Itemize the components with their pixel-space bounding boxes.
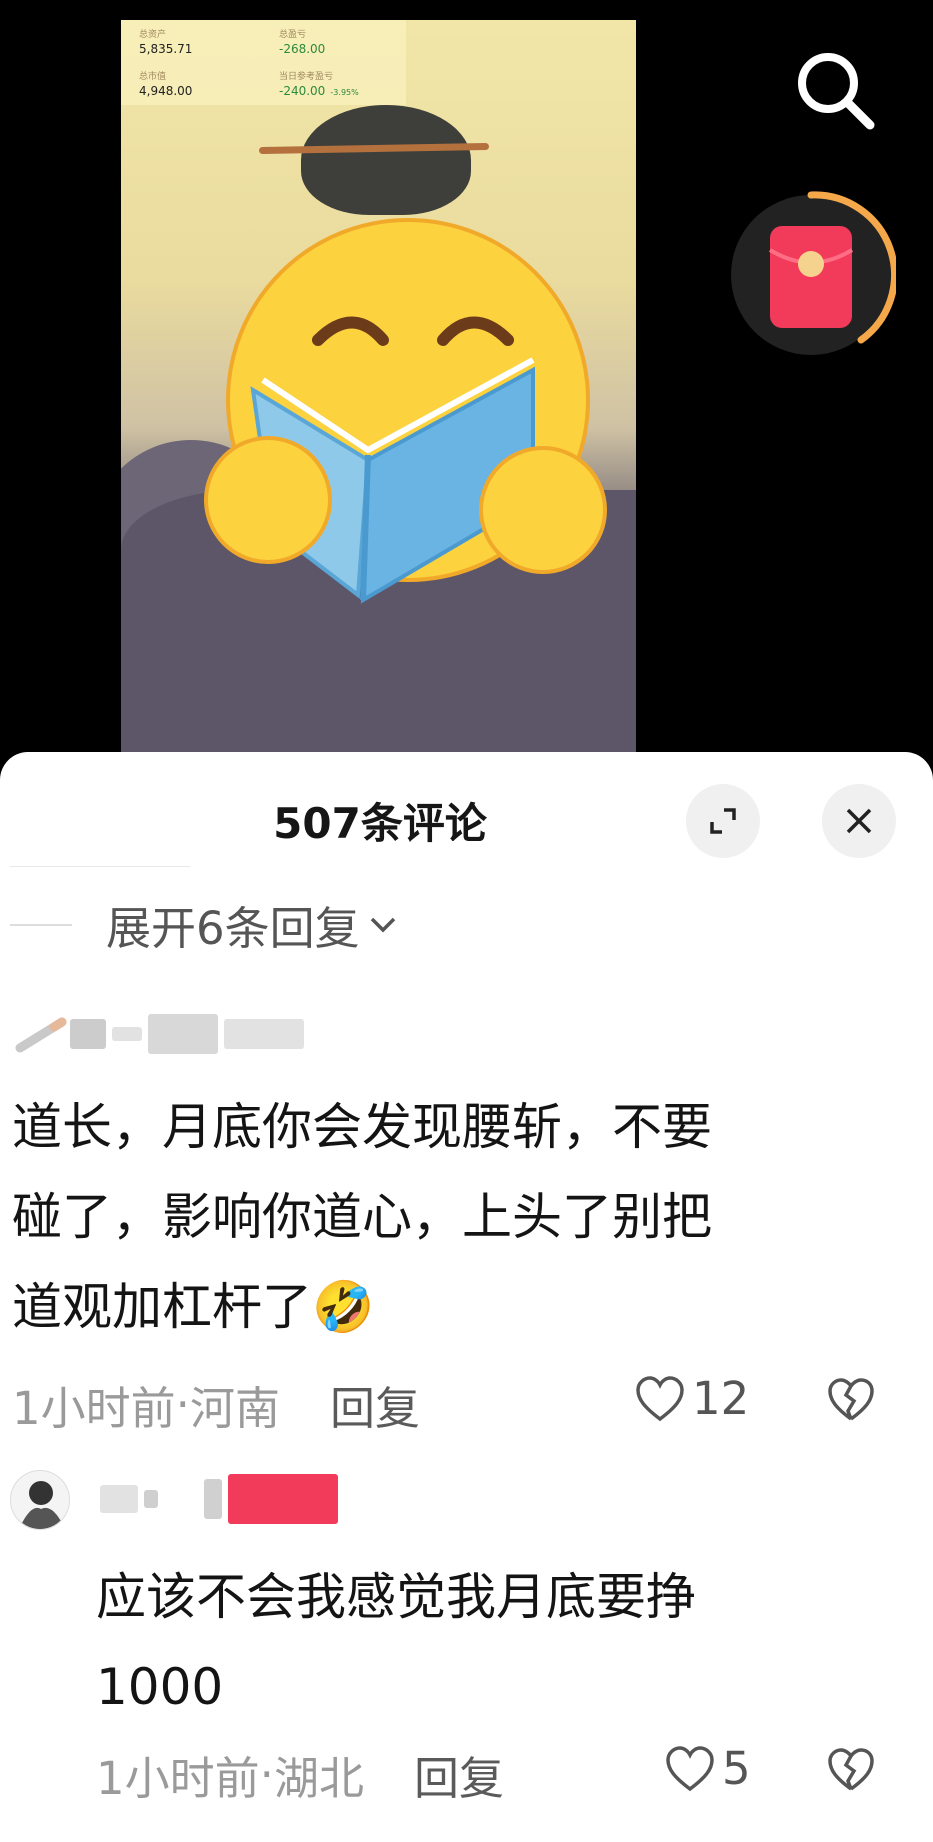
- video-player[interactable]: 总资产 5,835.71 总盈亏 -268.00 总市值 4,948.00 当日…: [0, 0, 933, 760]
- like-button[interactable]: 5: [664, 1742, 751, 1795]
- red-envelope-icon[interactable]: [726, 190, 896, 360]
- heart-icon: [666, 1745, 714, 1791]
- comment-meta: 1小时前 · 湖北 回复: [96, 1742, 504, 1807]
- chevron-down-icon: [370, 917, 395, 932]
- red-badge: [228, 1474, 338, 1524]
- expand-button[interactable]: [686, 784, 760, 858]
- laughing-emoji-icon: 🤣: [312, 1278, 375, 1336]
- reply-button[interactable]: 回复: [330, 1372, 420, 1437]
- like-count: 12: [692, 1372, 750, 1425]
- pencil-icon: [15, 1017, 67, 1053]
- broken-heart-icon[interactable]: [826, 1377, 876, 1423]
- heart-icon: [636, 1375, 684, 1421]
- broken-heart-icon[interactable]: [826, 1747, 876, 1793]
- comment-location: 湖北: [273, 1752, 364, 1805]
- comment-location: 河南: [189, 1382, 280, 1435]
- comment-time: 1小时前: [12, 1382, 176, 1435]
- stock-ticker-overlay: 总资产 5,835.71 总盈亏 -268.00 总市值 4,948.00 当日…: [121, 20, 406, 105]
- divider: [10, 866, 190, 867]
- comments-sheet: 507条评论 展开6条回复 道长，月底你会发现腰斩，不要 碰了，影响你道心，上头…: [0, 752, 933, 1842]
- close-button[interactable]: [822, 784, 896, 858]
- hair-bun: [301, 105, 471, 215]
- comment-time: 1小时前: [96, 1752, 260, 1805]
- comment-meta: 1小时前 · 河南 回复: [12, 1372, 420, 1437]
- like-button[interactable]: 12: [634, 1372, 749, 1425]
- search-icon[interactable]: [790, 45, 880, 135]
- avatar[interactable]: [10, 1470, 70, 1530]
- expand-replies-button[interactable]: 展开6条回复: [10, 892, 398, 957]
- comment-text: 应该不会我感觉我月底要挣 1000: [96, 1568, 696, 1716]
- username[interactable]: [100, 1474, 344, 1524]
- expand-replies-label: 展开6条回复: [106, 902, 360, 955]
- reading-emoji-face-icon: [204, 218, 607, 604]
- username[interactable]: [14, 1014, 310, 1054]
- avatar-image: [19, 1481, 65, 1529]
- reply-button[interactable]: 回复: [414, 1742, 504, 1807]
- daily-pnl-percent: -3.95%: [330, 88, 359, 97]
- comment-text: 道长，月底你会发现腰斩，不要 碰了，影响你道心，上头了别把 道观加杠杆了🤣: [12, 1098, 712, 1336]
- like-count: 5: [722, 1742, 751, 1795]
- comments-title: 507条评论: [273, 799, 487, 848]
- daily-pnl-value: -240.00: [279, 84, 326, 98]
- market-value: 4,948.00: [139, 84, 193, 98]
- total-pnl-value: -268.00: [279, 42, 326, 56]
- close-icon: [846, 808, 872, 834]
- total-assets-value: 5,835.71: [139, 42, 193, 56]
- expand-icon: [710, 808, 736, 834]
